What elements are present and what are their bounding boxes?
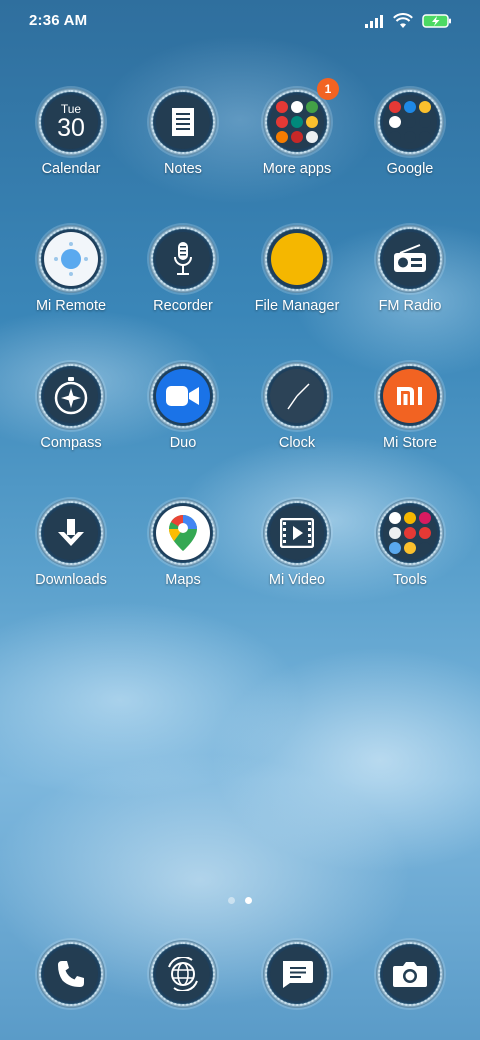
message-icon (263, 940, 331, 1008)
app-label-maps: Maps (165, 572, 201, 588)
phone-icon (37, 940, 105, 1008)
app-label-notes: Notes (164, 161, 202, 177)
wifi-icon (393, 13, 413, 28)
app-fm-radio[interactable]: FM Radio (355, 225, 465, 345)
app-label-fm-radio: FM Radio (378, 298, 442, 314)
app-label-mi-video: Mi Video (268, 572, 326, 588)
folder-icon: 1 (263, 78, 339, 156)
status-bar: 2:36 AM (0, 0, 480, 44)
camera-icon (376, 940, 444, 1008)
app-label-mi-store: Mi Store (383, 435, 437, 451)
folder-google[interactable]: Google (355, 88, 465, 208)
app-maps[interactable]: Maps (128, 499, 238, 619)
app-label-tools: Tools (393, 572, 427, 588)
app-compass[interactable]: Compass (16, 362, 126, 482)
app-label-clock: Clock (278, 435, 316, 451)
app-label-google: Google (386, 161, 434, 177)
file-manager-icon (263, 225, 331, 293)
video-play-icon (263, 499, 331, 567)
calendar-icon: Tue 30 (37, 88, 105, 156)
app-downloads[interactable]: Downloads (16, 499, 126, 619)
app-label-duo: Duo (169, 435, 197, 451)
app-label-file-manager: File Manager (254, 298, 340, 314)
status-icons (364, 13, 452, 29)
calendar-date: 30 (57, 114, 85, 142)
dock-camera[interactable] (355, 940, 465, 1020)
app-recorder[interactable]: Recorder (128, 225, 238, 345)
folder-more-apps[interactable]: 1 More apps (242, 78, 352, 208)
notification-badge: 1 (317, 78, 339, 100)
app-notes[interactable]: Notes (128, 88, 238, 208)
app-label-compass: Compass (40, 435, 102, 451)
mi-store-icon (376, 362, 444, 430)
microphone-icon (149, 225, 217, 293)
video-camera-icon (149, 362, 217, 430)
dock-messages[interactable] (242, 940, 352, 1020)
notes-icon (149, 88, 217, 156)
dock-phone[interactable] (16, 940, 126, 1020)
maps-pin-icon (149, 499, 217, 567)
app-mi-store[interactable]: Mi Store (355, 362, 465, 482)
clock-icon (263, 362, 331, 430)
notes-glyph (172, 108, 194, 136)
battery-charging-icon (422, 14, 451, 28)
app-label-recorder: Recorder (153, 298, 213, 314)
page-dot-2[interactable] (245, 897, 252, 904)
app-label-more-apps: More apps (262, 161, 332, 177)
signal-icon (365, 15, 383, 28)
status-time: 2:36 AM (29, 12, 88, 29)
page-indicator (0, 897, 480, 904)
globe-icon (149, 940, 217, 1008)
dock-browser[interactable] (128, 940, 238, 1020)
app-label-mi-remote: Mi Remote (35, 298, 107, 314)
page-dot-1[interactable] (228, 897, 235, 904)
app-label-downloads: Downloads (35, 572, 107, 588)
remote-icon (37, 225, 105, 293)
folder-tools[interactable]: Tools (355, 499, 465, 619)
folder-icon (376, 88, 444, 156)
app-calendar[interactable]: Tue 30 Calendar (16, 88, 126, 208)
app-clock[interactable]: Clock (242, 362, 352, 482)
download-icon (37, 499, 105, 567)
radio-icon (376, 225, 444, 293)
app-mi-video[interactable]: Mi Video (242, 499, 352, 619)
compass-icon (37, 362, 105, 430)
app-duo[interactable]: Duo (128, 362, 238, 482)
app-file-manager[interactable]: File Manager (242, 225, 352, 345)
folder-icon (376, 499, 444, 567)
app-label-calendar: Calendar (41, 161, 101, 177)
app-mi-remote[interactable]: Mi Remote (16, 225, 126, 345)
